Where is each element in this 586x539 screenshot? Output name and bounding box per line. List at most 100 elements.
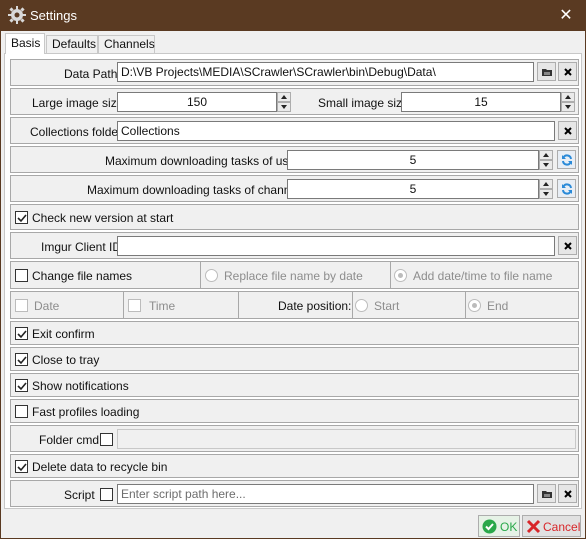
add-date-time-radio[interactable] [394, 269, 407, 282]
date-time-row: Date Time Date position: Start End [10, 291, 579, 319]
time-label: Time [149, 299, 176, 313]
max-tasks-channels-label: Maximum downloading tasks of channels [87, 183, 306, 197]
refresh-channels-button[interactable] [557, 179, 576, 198]
small-image-size-input[interactable]: 15 [401, 92, 561, 112]
add-date-time-label: Add date/time to file name [413, 269, 553, 283]
image-size-row: Large image size 150 Small image size 15 [10, 88, 579, 115]
refresh-icon [562, 183, 572, 195]
small-image-size-stepper[interactable] [561, 92, 575, 112]
data-path-input[interactable]: D:\VB Projects\MEDIA\SCrawler\SCrawler\b… [117, 62, 534, 82]
folder-cmd-label: Folder cmd [39, 433, 100, 447]
large-image-size-stepper[interactable] [277, 92, 291, 112]
time-checkbox[interactable] [128, 299, 141, 312]
tab-channels[interactable]: Channels [98, 35, 155, 53]
cancel-x-icon [526, 519, 541, 534]
check-new-version-label: Check new version at start [32, 211, 174, 225]
date-position-end-radio[interactable] [468, 299, 481, 312]
spin-down-icon[interactable] [277, 102, 291, 112]
clear-script-button[interactable] [558, 484, 577, 503]
script-checkbox[interactable] [100, 488, 113, 501]
checkmark-icon [17, 330, 27, 339]
checkmark-icon [17, 214, 27, 223]
large-image-size-label: Large image size [32, 96, 124, 110]
date-label: Date [34, 299, 60, 313]
spin-up-icon[interactable] [561, 92, 575, 102]
divider [352, 292, 353, 318]
script-path-placeholder: Enter script path here... [121, 487, 246, 501]
date-checkbox[interactable] [15, 299, 28, 312]
data-path-label: Data Path [64, 67, 118, 81]
fast-profiles-loading-checkbox[interactable] [15, 405, 28, 418]
clear-imgur-client-id-button[interactable] [558, 236, 577, 255]
large-image-size-input[interactable]: 150 [117, 92, 277, 112]
close-to-tray-row[interactable]: Close to tray [10, 347, 579, 371]
window-title: Settings [30, 8, 77, 23]
replace-file-name-label: Replace file name by date [224, 269, 363, 283]
divider [238, 292, 239, 318]
delete-to-recycle-bin-label: Delete data to recycle bin [32, 460, 168, 474]
clear-collections-folder-button[interactable] [558, 121, 577, 140]
clear-data-path-button[interactable] [558, 62, 577, 81]
check-new-version-row[interactable]: Check new version at start [10, 204, 579, 230]
close-window-button[interactable]: ✕ [546, 0, 586, 31]
check-new-version-checkbox[interactable] [15, 211, 28, 224]
exit-confirm-checkbox[interactable] [15, 327, 28, 340]
spin-down-icon[interactable] [539, 160, 553, 170]
script-label: Script [64, 488, 95, 502]
exit-confirm-row[interactable]: Exit confirm [10, 321, 579, 345]
ok-check-icon [482, 519, 497, 534]
max-tasks-users-stepper[interactable] [539, 150, 553, 170]
title-bar[interactable]: Settings ✕ [0, 0, 586, 31]
cancel-button[interactable]: Cancel [522, 515, 581, 537]
ok-button[interactable]: OK [478, 515, 520, 537]
folder-cmd-input[interactable] [117, 429, 576, 449]
show-notifications-label: Show notifications [32, 379, 129, 393]
replace-file-name-radio[interactable] [205, 269, 218, 282]
divider [390, 262, 391, 288]
checkmark-icon [17, 463, 27, 472]
divider [465, 292, 466, 318]
clear-icon [564, 490, 572, 498]
script-path-input[interactable]: Enter script path here... [117, 484, 534, 504]
spin-up-icon[interactable] [539, 179, 553, 189]
browse-script-button[interactable] [537, 484, 556, 503]
refresh-users-button[interactable] [557, 150, 576, 169]
collections-folder-row: Collections folder Collections [10, 117, 579, 144]
date-position-start-radio[interactable] [355, 299, 368, 312]
dialog-client-area: Basis Defaults Channels Data Path D:\VB … [1, 31, 585, 538]
max-tasks-users-input[interactable]: 5 [287, 150, 539, 170]
clear-icon [564, 242, 572, 250]
fast-profiles-loading-label: Fast profiles loading [32, 405, 140, 419]
folder-cmd-checkbox[interactable] [100, 433, 113, 446]
spin-down-icon[interactable] [539, 189, 553, 199]
delete-to-recycle-bin-row[interactable]: Delete data to recycle bin [10, 454, 579, 478]
tab-basis[interactable]: Basis [5, 33, 45, 54]
delete-to-recycle-bin-checkbox[interactable] [15, 460, 28, 473]
divider [200, 262, 201, 288]
settings-window: Settings ✕ Basis Defaults Channels Data … [0, 0, 586, 539]
change-file-names-checkbox[interactable] [15, 269, 28, 282]
show-notifications-row[interactable]: Show notifications [10, 373, 579, 397]
imgur-client-id-input[interactable] [117, 236, 555, 256]
spin-up-icon[interactable] [539, 150, 553, 160]
spin-down-icon[interactable] [561, 102, 575, 112]
tab-defaults[interactable]: Defaults [46, 35, 98, 53]
collections-folder-input[interactable]: Collections [117, 121, 555, 141]
refresh-icon [562, 154, 572, 166]
change-file-names-row: Change file names Replace file name by d… [10, 261, 579, 289]
gear-icon [8, 6, 26, 24]
close-to-tray-checkbox[interactable] [15, 353, 28, 366]
change-file-names-label: Change file names [32, 269, 133, 283]
divider [123, 292, 124, 318]
checkmark-icon [17, 382, 27, 391]
max-tasks-users-label: Maximum downloading tasks of users [105, 154, 306, 168]
imgur-client-id-row: Imgur Client ID [10, 232, 579, 259]
max-tasks-channels-stepper[interactable] [539, 179, 553, 199]
spin-up-icon[interactable] [277, 92, 291, 102]
max-tasks-channels-input[interactable]: 5 [287, 179, 539, 199]
folder-icon [542, 69, 552, 76]
fast-profiles-loading-row[interactable]: Fast profiles loading [10, 399, 579, 423]
date-position-start-label: Start [374, 299, 400, 313]
browse-data-path-button[interactable] [537, 62, 556, 81]
show-notifications-checkbox[interactable] [15, 379, 28, 392]
